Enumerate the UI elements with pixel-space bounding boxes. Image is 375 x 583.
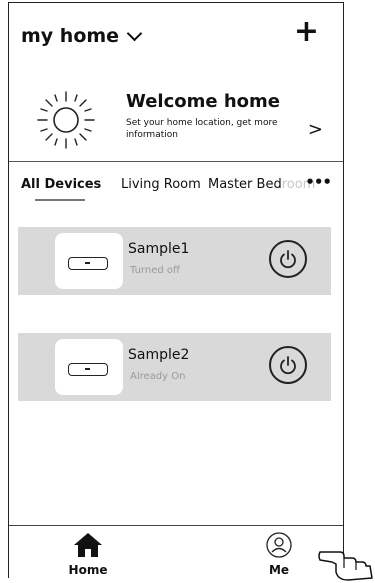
- welcome-title: Welcome home: [126, 91, 281, 112]
- device-status: Already On: [130, 371, 186, 382]
- power-button[interactable]: [269, 346, 307, 384]
- nav-home-label: Home: [68, 563, 108, 577]
- plus-icon: +: [293, 14, 319, 49]
- sun-icon: [37, 91, 95, 149]
- bottom-nav-divider: [9, 525, 343, 526]
- air-conditioner-icon: [68, 257, 108, 270]
- chevron-down-icon: [126, 25, 143, 42]
- more-icon[interactable]: •••: [305, 173, 332, 191]
- air-conditioner-icon: [68, 363, 108, 376]
- nav-home[interactable]: Home: [53, 531, 123, 577]
- room-tabs: All Devices Living Room Master Bedroom •…: [9, 171, 343, 207]
- nav-me-label: Me: [268, 563, 290, 577]
- device-name: Sample1: [128, 241, 190, 257]
- device-thumbnail: [55, 233, 123, 289]
- home-name: my home: [21, 25, 120, 47]
- device-thumbnail: [55, 339, 123, 395]
- power-icon: [280, 250, 296, 269]
- tab-living-room[interactable]: Living Room: [121, 177, 201, 192]
- tab-all-devices[interactable]: All Devices: [21, 177, 101, 192]
- divider: [9, 161, 343, 162]
- home-icon: [74, 533, 102, 557]
- pointing-hand-icon: [318, 551, 373, 581]
- phone-screen: my home + Welcome home Set your home loc…: [8, 2, 344, 578]
- add-button[interactable]: +: [294, 17, 319, 47]
- home-selector[interactable]: my home: [21, 25, 143, 47]
- device-card-sample2[interactable]: Sample2 Already On: [18, 333, 331, 401]
- device-name: Sample2: [128, 347, 190, 363]
- welcome-banner[interactable]: Welcome home Set your home location, get…: [9, 81, 343, 159]
- power-button[interactable]: [269, 240, 307, 278]
- tab-master-bedroom[interactable]: Master Bedroom: [208, 177, 315, 192]
- device-status: Turned off: [130, 265, 180, 276]
- active-tab-indicator: [35, 199, 85, 201]
- tab-label: Master Bed: [208, 177, 282, 192]
- nav-me[interactable]: Me: [249, 531, 309, 577]
- power-icon: [280, 356, 296, 375]
- welcome-subtitle: Set your home location, get more informa…: [126, 118, 278, 140]
- device-card-sample1[interactable]: Sample1 Turned off: [18, 227, 331, 295]
- user-icon: [266, 532, 292, 558]
- header: my home +: [9, 3, 343, 73]
- chevron-right-icon[interactable]: >: [308, 119, 323, 140]
